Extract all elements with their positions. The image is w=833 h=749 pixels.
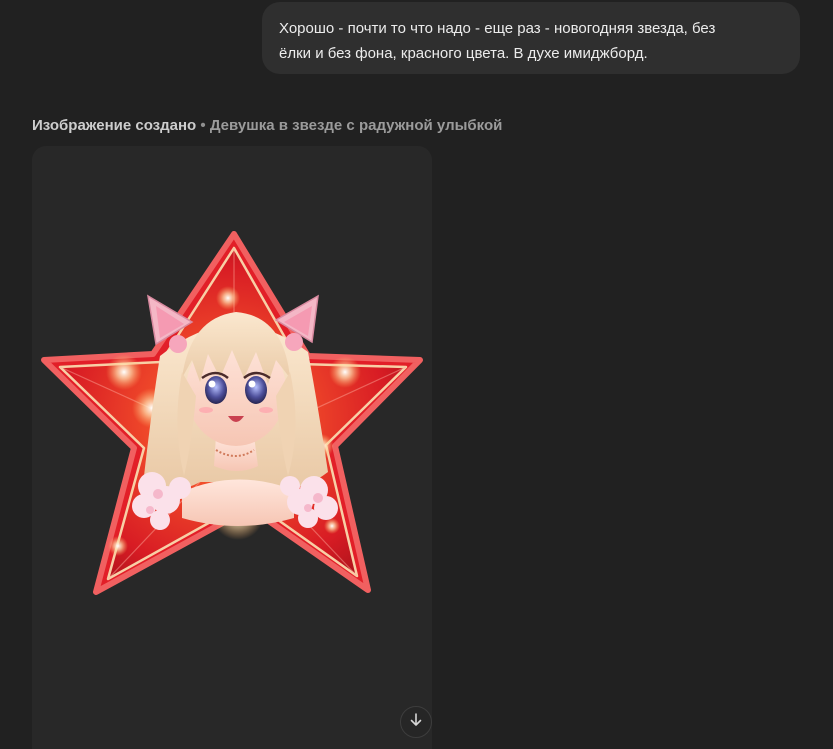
arrow-down-icon	[408, 712, 424, 733]
user-message-line-1: Хорошо - почти то что надо - еще раз - н…	[279, 20, 716, 37]
download-button[interactable]	[400, 706, 432, 738]
user-message-line-2: ёлки и без фона, красного цвета. В духе …	[279, 45, 648, 62]
header-separator: •	[196, 117, 210, 134]
generated-image-title[interactable]: Девушка в звезде с радужной улыбкой	[210, 117, 503, 134]
image-generation-header: Изображение создано • Девушка в звезде с…	[32, 117, 502, 134]
generated-image-card[interactable]	[32, 146, 432, 749]
user-message-bubble: Хорошо - почти то что надо - еще раз - н…	[262, 2, 800, 74]
anime-girl-illustration	[132, 294, 338, 530]
generation-status: Изображение создано	[32, 117, 197, 134]
generated-image[interactable]	[32, 146, 432, 749]
chat-view: Хорошо - почти то что надо - еще раз - н…	[0, 0, 833, 749]
